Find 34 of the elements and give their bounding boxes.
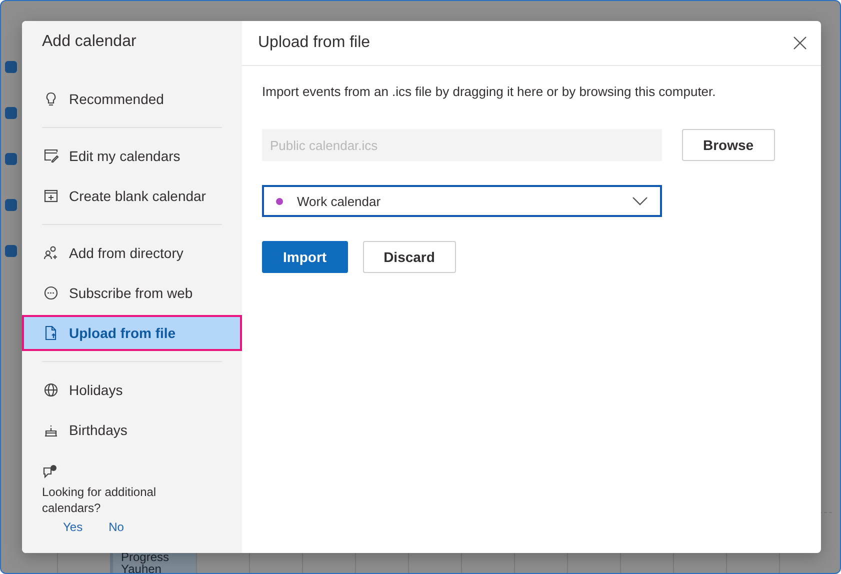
sidebar-item[interactable]: Recommended [22,81,242,117]
chat-alert-icon [42,464,58,480]
chevron-down-icon [632,196,648,206]
sidebar-item[interactable]: Upload from file [22,315,242,351]
sidebar-item[interactable]: Add from directory [22,235,242,271]
dialog-title: Upload from file [258,34,370,52]
pencil-icon [43,148,59,164]
sidebar-item[interactable]: Holidays [22,372,242,408]
app-icon[interactable] [5,245,17,257]
app-icon[interactable] [5,61,17,73]
sidebar-item[interactable]: Edit my calendars [22,138,242,174]
sidebar-item[interactable]: Birthdays [22,412,242,448]
close-button[interactable] [791,34,809,52]
file-field[interactable]: Public calendar.ics [262,129,662,161]
app-icon[interactable] [5,153,17,165]
feedback-question: Looking for additional calendars? [42,484,158,516]
calendar-dropdown[interactable]: Work calendar [262,185,662,217]
globe-icon [43,382,59,398]
discard-button[interactable]: Discard [362,241,456,273]
app-icon[interactable] [5,199,17,211]
description-text: Import events from an .ics file by dragging it here or by browsing this computer. [262,84,717,99]
document-icon [43,325,59,341]
calendar-event[interactable]: Progress Yauhen [110,551,196,573]
no-link[interactable]: No [108,520,124,534]
sidebar-item[interactable]: Create blank calendar [22,178,242,214]
import-button[interactable]: Import [262,241,348,273]
browse-button[interactable]: Browse [682,129,775,161]
sidebar-item[interactable]: Subscribe from web [22,275,242,311]
sidebar-title: Add calendar [41,33,138,52]
app-icon[interactable] [5,107,17,119]
link-circle-icon [43,285,59,301]
people-icon [43,245,59,261]
yes-link[interactable]: Yes [63,520,83,534]
calendar-plus-icon [43,188,59,204]
